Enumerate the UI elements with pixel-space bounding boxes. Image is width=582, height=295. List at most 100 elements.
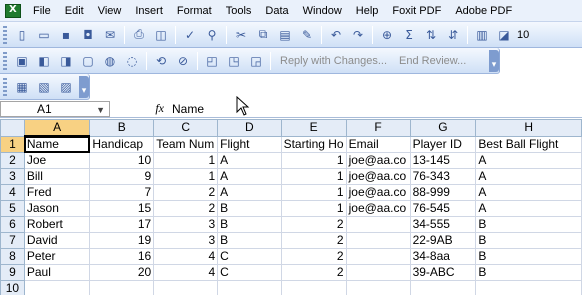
row-header[interactable]: 6 (0, 216, 25, 233)
copy-icon[interactable]: ⧉ (253, 25, 273, 45)
redo-icon[interactable]: ↷ (348, 25, 368, 45)
cell[interactable]: 34-555 (409, 216, 477, 233)
cell[interactable]: 16 (89, 248, 155, 265)
cell[interactable] (345, 232, 411, 249)
menu-edit[interactable]: Edit (59, 0, 92, 22)
cell[interactable]: 2 (280, 264, 347, 281)
cell[interactable]: 4 (153, 264, 219, 281)
cell[interactable]: 2 (280, 248, 347, 265)
cell[interactable] (23, 280, 91, 295)
cell[interactable] (217, 280, 282, 295)
cell[interactable]: B (217, 232, 282, 249)
column-header-h[interactable]: H (475, 119, 582, 137)
update-file-icon[interactable]: ◰ (202, 51, 222, 71)
cell[interactable] (475, 280, 582, 295)
cell[interactable]: Jason (23, 200, 91, 217)
reject-icon[interactable]: ⊘ (173, 51, 193, 71)
end-review-button[interactable]: End Review... (393, 55, 472, 67)
cell[interactable]: A (475, 200, 582, 217)
cell[interactable]: 76-545 (409, 200, 477, 217)
cell[interactable]: Peter (23, 248, 91, 265)
cell[interactable] (345, 248, 411, 265)
show-comment-icon[interactable]: ▢ (78, 51, 98, 71)
menu-insert[interactable]: Insert (129, 0, 171, 22)
open-icon[interactable]: ▭ (34, 25, 54, 45)
cell[interactable] (345, 264, 411, 281)
pdf-email-icon[interactable]: ▧ (34, 77, 54, 97)
cell[interactable]: 1 (280, 168, 347, 185)
menu-file[interactable]: File (27, 0, 59, 22)
reply-with-changes-button[interactable]: Reply with Changes... (274, 55, 393, 67)
cell[interactable]: Email (345, 135, 411, 153)
cell[interactable]: 1 (153, 168, 219, 185)
new-icon[interactable]: ▯ (12, 25, 32, 45)
cell[interactable]: joe@aa.co (345, 168, 411, 185)
zoom-value[interactable]: 10 (515, 29, 529, 41)
cell[interactable]: Bill (23, 168, 91, 185)
cell[interactable] (345, 280, 411, 295)
cell[interactable]: 1 (153, 152, 219, 169)
cell[interactable]: Starting Ho (280, 135, 347, 153)
cell[interactable]: 1 (280, 152, 347, 169)
sort-ascending-icon[interactable]: ⇅ (421, 25, 441, 45)
row-header[interactable]: 8 (0, 248, 25, 265)
formula-input[interactable]: Name (170, 102, 204, 116)
chart-wizard-icon[interactable]: ▥ (472, 25, 492, 45)
cell[interactable] (409, 280, 477, 295)
menu-window[interactable]: Window (297, 0, 350, 22)
paste-icon[interactable]: ▤ (275, 25, 295, 45)
toolbar-options-chevron-icon[interactable]: ▾ (489, 49, 499, 72)
cell[interactable]: 1 (280, 200, 347, 217)
show-all-comments-icon[interactable]: ◍ (100, 51, 120, 71)
menu-format[interactable]: Format (171, 0, 220, 22)
toolbar-options-chevron-icon[interactable]: ▾ (79, 75, 89, 98)
cell[interactable]: 39-ABC (409, 264, 477, 281)
cell[interactable]: joe@aa.co (345, 184, 411, 201)
print-preview-icon[interactable]: ◫ (151, 25, 171, 45)
toolbar-grip[interactable] (3, 51, 7, 70)
column-header-d[interactable]: D (217, 119, 282, 137)
cell[interactable]: 34-8aa (409, 248, 477, 265)
format-painter-icon[interactable]: ✎ (297, 25, 317, 45)
cell[interactable]: 22-9AB (409, 232, 477, 249)
cell[interactable] (153, 280, 219, 295)
cell[interactable]: Fred (23, 184, 91, 201)
hyperlink-icon[interactable]: ⊕ (377, 25, 397, 45)
previous-comment-icon[interactable]: ◧ (34, 51, 54, 71)
column-header-c[interactable]: C (153, 119, 219, 137)
cell[interactable]: 2 (280, 232, 347, 249)
cell[interactable]: 3 (153, 232, 219, 249)
delete-comment-icon[interactable]: ◌ (122, 51, 142, 71)
ink-annotations-icon[interactable]: ◳ (224, 51, 244, 71)
cell[interactable]: 76-343 (409, 168, 477, 185)
row-header[interactable]: 10 (0, 280, 25, 295)
menu-foxit-pdf[interactable]: Foxit PDF (386, 0, 449, 22)
cell[interactable]: 2 (280, 216, 347, 233)
menu-help[interactable]: Help (350, 0, 387, 22)
cell[interactable]: joe@aa.co (345, 200, 411, 217)
column-header-g[interactable]: G (409, 119, 477, 137)
cell[interactable] (280, 280, 347, 295)
cell[interactable]: 2 (153, 200, 219, 217)
cell[interactable]: A (475, 168, 582, 185)
menu-adobe-pdf[interactable]: Adobe PDF (449, 0, 520, 22)
cell[interactable]: A (475, 152, 582, 169)
cell[interactable]: B (475, 216, 582, 233)
column-header-b[interactable]: B (89, 119, 155, 137)
cell[interactable]: 19 (89, 232, 155, 249)
research-icon[interactable]: ⚲ (202, 25, 222, 45)
undo-icon[interactable]: ↶ (326, 25, 346, 45)
cell[interactable]: joe@aa.co (345, 152, 411, 169)
cell[interactable]: Team Num (153, 135, 219, 153)
track-changes-icon[interactable]: ⟲ (151, 51, 171, 71)
select-all-corner[interactable] (0, 119, 25, 137)
cell[interactable]: A (475, 184, 582, 201)
row-header[interactable]: 2 (0, 152, 25, 169)
row-header[interactable]: 9 (0, 264, 25, 281)
toolbar-grip[interactable] (3, 77, 7, 96)
cell[interactable]: C (217, 264, 282, 281)
print-icon[interactable]: ⎙ (129, 25, 149, 45)
cell[interactable]: 20 (89, 264, 155, 281)
autosum-icon[interactable]: Σ (399, 25, 419, 45)
cell[interactable]: 10 (89, 152, 155, 169)
